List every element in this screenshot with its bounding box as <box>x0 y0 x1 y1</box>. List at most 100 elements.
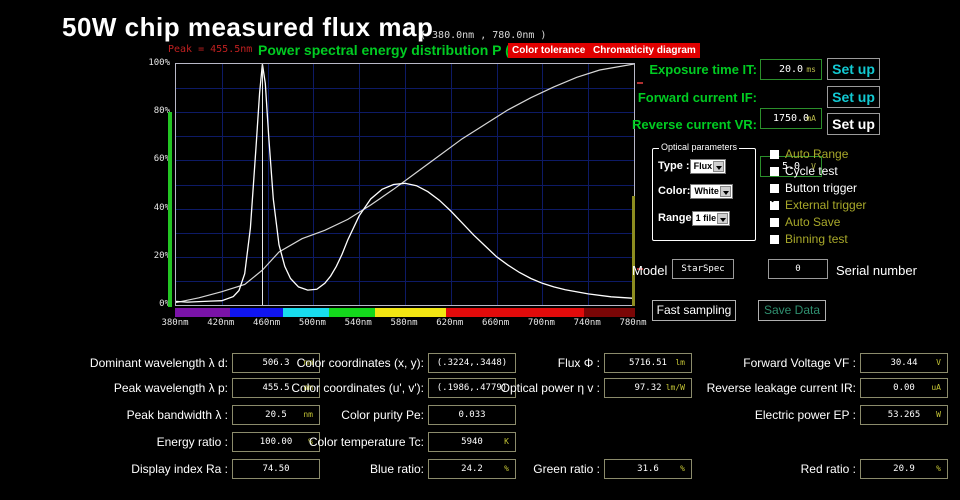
checkbox-label: Auto Range <box>785 146 848 163</box>
model-field[interactable]: StarSpec <box>672 259 734 279</box>
result-field[interactable]: 20.9% <box>860 459 948 479</box>
chevron-down-icon <box>720 186 731 197</box>
result-field[interactable]: 30.44V <box>860 353 948 373</box>
optical-parameters-legend: Optical parameters <box>659 142 739 152</box>
x-tick-label: 540nm <box>336 318 380 328</box>
result-unit: V <box>936 354 941 372</box>
checkbox-icon[interactable] <box>770 201 779 210</box>
result-label: Color coordinates (x, y): <box>297 353 424 373</box>
checkbox-binning-test[interactable]: Binning test <box>770 231 848 248</box>
serial-number-field[interactable]: 0 <box>768 259 828 279</box>
result-label: Color temperature Tc: <box>309 432 424 452</box>
result-field[interactable]: 0.00uA <box>860 378 948 398</box>
checkbox-icon[interactable] <box>770 235 779 244</box>
x-axis-labels: 380nm420nm460nm500nm540nm580nm620nm660nm… <box>130 318 650 332</box>
peak-cursor-line <box>262 64 263 305</box>
checkbox-icon[interactable] <box>770 184 779 193</box>
checkbox-label: Binning test <box>785 231 848 248</box>
chromaticity-diagram-button[interactable]: Chromaticity diagram <box>589 43 700 58</box>
chart-title: Power spectral energy distribution P (λ) <box>258 42 522 58</box>
page-title: 50W chip measured flux map <box>62 12 433 43</box>
checkbox-icon[interactable] <box>770 218 779 227</box>
exposure-time-field[interactable]: 20.0ms <box>760 59 822 80</box>
right-level-bar <box>632 196 635 306</box>
spectrum-segment-cyan <box>283 308 329 317</box>
y-tick-label: 100% <box>148 58 170 68</box>
result-label: Red ratio : <box>801 459 856 479</box>
optical-row-1: Color:White <box>658 182 733 200</box>
result-label: Flux Φ : <box>558 353 600 373</box>
result-field[interactable]: 5940K <box>428 432 516 452</box>
x-tick-label: 460nm <box>245 318 289 328</box>
forward-current-field[interactable]: 1750.0mA <box>760 108 822 129</box>
x-tick-label: 500nm <box>290 318 334 328</box>
forward-current-setup-button[interactable]: Set up <box>827 86 880 108</box>
model-label: Model <box>632 263 667 278</box>
result-label: Dominant wavelength λ d: <box>90 353 228 373</box>
result-field[interactable]: 53.265W <box>860 405 948 425</box>
spectrum-segment-red <box>446 308 584 317</box>
chevron-down-icon <box>717 213 728 224</box>
checkbox-auto-range[interactable]: Auto Range <box>770 146 848 163</box>
result-field[interactable]: 0.033 <box>428 405 516 425</box>
result-field[interactable]: (.3224,.3448) <box>428 353 516 373</box>
checkbox-label: Cycle test <box>785 163 838 180</box>
spectrum-plot[interactable] <box>175 63 635 306</box>
result-unit: nm <box>303 406 313 424</box>
optical-type-select[interactable]: Flux <box>690 159 727 174</box>
optical-range-select[interactable]: 1 file <box>692 211 731 226</box>
result-unit: uA <box>931 379 941 397</box>
result-field[interactable]: 24.2% <box>428 459 516 479</box>
x-tick-label: 620nm <box>428 318 472 328</box>
optical-row-0: Type :Flux <box>658 157 726 175</box>
spectrum-segment-violet <box>175 308 230 317</box>
result-field[interactable]: 100.00% <box>232 432 320 452</box>
peak-annotation: Peak = 455.5nm <box>168 44 252 55</box>
checkbox-icon[interactable] <box>770 167 779 176</box>
exposure-time-unit: ms <box>806 60 816 79</box>
result-field[interactable]: 20.5nm <box>232 405 320 425</box>
x-tick-label: 420nm <box>199 318 243 328</box>
result-label: Color coordinates (u', v'): <box>291 378 424 398</box>
optical-row-label: Range <box>658 209 692 227</box>
result-label: Energy ratio : <box>157 432 228 452</box>
checkbox-icon[interactable] <box>770 150 779 159</box>
optical-color-select[interactable]: White <box>690 184 733 199</box>
measurement-results: Dominant wavelength λ d:506.3nmPeak wave… <box>0 345 960 500</box>
chevron-down-icon <box>713 161 724 172</box>
exposure-time-label: Exposure time IT: <box>609 62 757 77</box>
x-tick-label: 740nm <box>565 318 609 328</box>
x-tick-label: 580nm <box>382 318 426 328</box>
result-field[interactable]: 74.50 <box>232 459 320 479</box>
right-tick-upper <box>637 82 643 84</box>
checkbox-external-trigger[interactable]: External trigger <box>770 197 866 214</box>
result-field[interactable]: 31.6% <box>604 459 692 479</box>
result-label: Green ratio : <box>533 459 600 479</box>
checkbox-auto-save[interactable]: Auto Save <box>770 214 840 231</box>
result-unit: % <box>680 460 685 478</box>
x-tick-label: 700nm <box>519 318 563 328</box>
spectrum-color-bar <box>175 308 635 317</box>
spectrum-segment-blue <box>230 308 283 317</box>
result-unit: W <box>936 406 941 424</box>
reverse-current-label: Reverse current VR: <box>609 117 757 132</box>
save-data-button[interactable]: Save Data <box>758 300 826 321</box>
color-tolerance-button[interactable]: Color tolerance <box>508 43 589 58</box>
result-field[interactable]: 97.32lm/W <box>604 378 692 398</box>
result-label: Forward Voltage VF : <box>743 353 856 373</box>
result-unit: % <box>936 460 941 478</box>
reverse-current-setup-button[interactable]: Set up <box>827 113 880 135</box>
fast-sampling-button[interactable]: Fast sampling <box>652 300 736 321</box>
result-field[interactable]: 5716.51lm <box>604 353 692 373</box>
exposure-time-setup-button[interactable]: Set up <box>827 58 880 80</box>
x-tick-label: 660nm <box>474 318 518 328</box>
forward-current-unit: mA <box>806 109 816 128</box>
checkbox-button-trigger[interactable]: Button trigger <box>770 180 857 197</box>
result-label: Peak bandwidth λ : <box>127 405 228 425</box>
serial-number-label: Serial number <box>836 263 917 278</box>
result-unit: K <box>504 433 509 451</box>
result-label: Optical power η v : <box>501 378 600 398</box>
checkbox-cycle-test[interactable]: Cycle test <box>770 163 838 180</box>
result-label: Electric power EP : <box>755 405 856 425</box>
forward-current-label: Forward current IF: <box>609 90 757 105</box>
